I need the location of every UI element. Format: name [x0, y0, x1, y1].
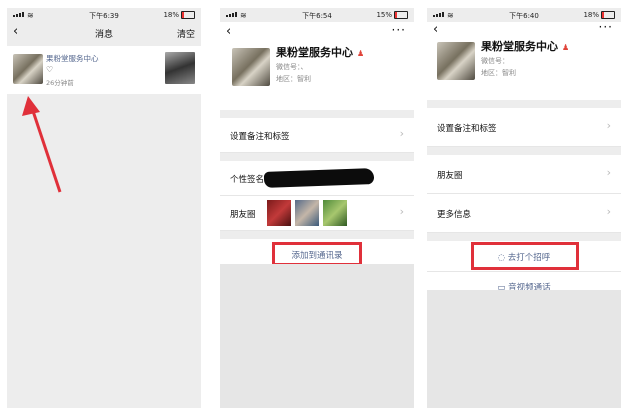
highlight-box [272, 242, 362, 266]
chevron-right-icon: › [399, 127, 404, 140]
phone-screen-profile-friend: ≋ 下午6:40 18% ‹ ··· 果粉堂服务中心 ♟ 微信号： 地区：智利 设… [427, 8, 621, 408]
more-icon[interactable]: ··· [599, 20, 613, 34]
battery-icon [394, 11, 408, 19]
region-label: 地区： [276, 75, 297, 83]
avatar [232, 48, 270, 86]
nav-bar: ‹ ··· [220, 22, 414, 44]
remark-tags-row[interactable]: 设置备注和标签 › [220, 118, 414, 153]
highlight-box [471, 242, 579, 270]
nav-bar: ‹ ··· [427, 20, 621, 38]
status-bar: ≋ 下午6:40 18% [427, 8, 621, 22]
empty-area [220, 264, 414, 408]
region-value: 智利 [502, 69, 516, 77]
wechat-id-label: 微信号： [481, 57, 509, 65]
profile-name: 果粉堂服务中心 [481, 40, 558, 53]
wechat-id-label: 微信号： [276, 63, 301, 71]
battery-icon [601, 11, 615, 19]
moment-photo [295, 200, 319, 226]
chevron-right-icon: › [606, 119, 611, 132]
moments-label: 朋友圈 [437, 171, 463, 181]
remark-tags-label: 设置备注和标签 [230, 132, 290, 142]
person-icon: ♟ [562, 43, 570, 52]
back-icon[interactable]: ‹ [433, 22, 438, 37]
more-icon[interactable]: ··· [392, 23, 406, 37]
chevron-right-icon: › [606, 205, 611, 218]
moments-row[interactable]: 朋友圈 › [427, 155, 621, 194]
moment-photo [323, 200, 347, 226]
back-icon[interactable]: ‹ [226, 24, 231, 39]
avatar [437, 42, 475, 80]
signature-label: 个性签名 [230, 175, 265, 185]
profile-name: 果粉堂服务中心 [276, 46, 353, 59]
profile-header: 果粉堂服务中心 ♟ 微信号： 地区：智利 [427, 38, 621, 100]
remark-tags-label: 设置备注和标签 [437, 124, 497, 134]
moment-photo [267, 200, 291, 226]
battery-percent: 18% [583, 11, 599, 19]
battery-percent: 15% [376, 11, 392, 19]
signature-row: 个性签名 [220, 161, 414, 196]
redacted-signature [263, 168, 375, 188]
more-info-row[interactable]: 更多信息 › [427, 194, 621, 233]
empty-area [427, 290, 621, 408]
wechat-id-value: 、 [300, 63, 308, 71]
moments-label: 朋友圈 [230, 210, 256, 220]
remark-tags-row[interactable]: 设置备注和标签 › [427, 108, 621, 147]
phone-screen-profile-add: ≋ 下午6:54 15% ‹ ··· 果粉堂服务中心 ♟ 微信号：、 地区：智利 … [220, 8, 414, 408]
more-info-label: 更多信息 [437, 210, 472, 220]
person-icon: ♟ [357, 49, 365, 58]
moments-row[interactable]: 朋友圈 › [220, 196, 414, 231]
say-hello-button[interactable]: ◌ 去打个招呼 [427, 241, 621, 271]
region-value: 智利 [297, 75, 311, 83]
chevron-right-icon: › [399, 205, 404, 218]
chevron-right-icon: › [606, 166, 611, 179]
status-bar: ≋ 下午6:54 15% [220, 8, 414, 22]
profile-header: 果粉堂服务中心 ♟ 微信号：、 地区：智利 [220, 44, 414, 110]
region-label: 地区： [481, 69, 502, 77]
